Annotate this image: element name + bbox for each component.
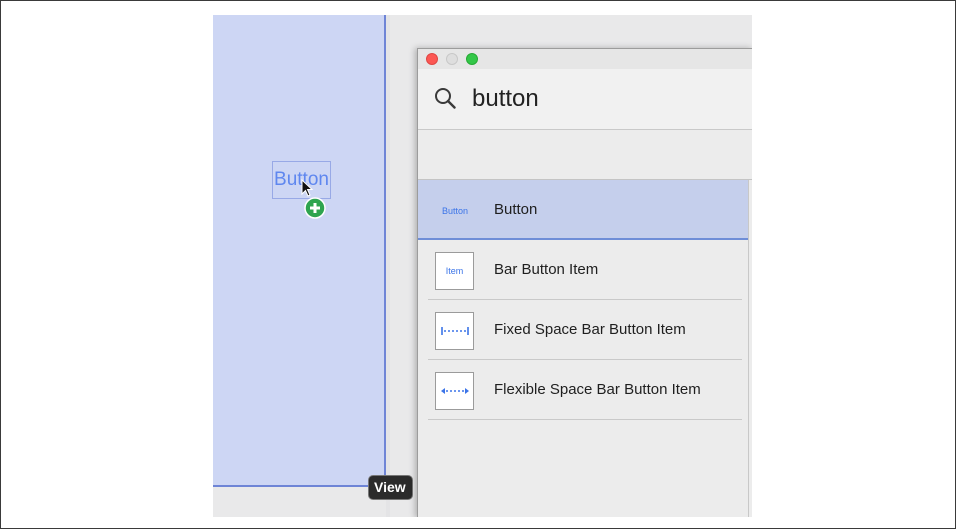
view-tooltip: View (369, 476, 412, 499)
library-window: Button Button Item Bar Button Item Fixed… (417, 48, 752, 517)
flexible-space-icon (441, 388, 469, 394)
list-item-label: Button (494, 201, 538, 218)
library-titlebar (418, 49, 752, 69)
list-item-label: Bar Button Item (494, 261, 599, 278)
minimize-window-button[interactable] (446, 53, 458, 65)
xcode-screenshot: Button View Button (213, 15, 752, 517)
button-thumbnail: Button (441, 206, 469, 216)
close-window-button[interactable] (426, 53, 438, 65)
list-item-flexible-space[interactable]: Flexible Space Bar Button Item (418, 360, 748, 420)
list-item-button[interactable]: Button Button (418, 180, 748, 240)
library-search-bar (418, 69, 752, 130)
storyboard-view[interactable]: Button (213, 15, 386, 487)
search-icon (435, 88, 456, 109)
library-search-input[interactable] (472, 81, 732, 117)
flexible-space-thumbnail (435, 372, 474, 410)
fixed-space-icon (441, 327, 469, 335)
bar-button-item-thumbnail: Item (435, 252, 474, 290)
library-filter-strip (418, 130, 752, 180)
add-copy-badge-icon (304, 197, 326, 219)
library-results-list[interactable]: Button Button Item Bar Button Item Fixed… (418, 180, 749, 517)
list-divider (428, 419, 742, 420)
list-item-fixed-space[interactable]: Fixed Space Bar Button Item (418, 300, 748, 360)
zoom-window-button[interactable] (466, 53, 478, 65)
fixed-space-thumbnail (435, 312, 474, 350)
list-item-label: Flexible Space Bar Button Item (494, 381, 701, 398)
list-item-bar-button-item[interactable]: Item Bar Button Item (418, 240, 748, 300)
pointer-cursor-icon (301, 179, 314, 197)
list-item-label: Fixed Space Bar Button Item (494, 321, 686, 338)
